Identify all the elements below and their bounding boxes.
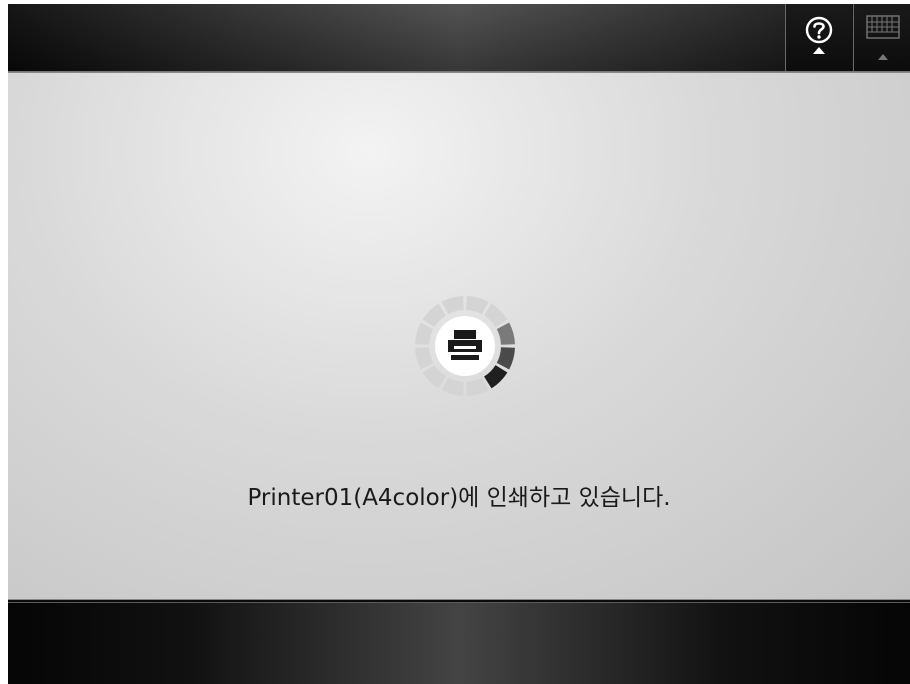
spinner-segment (441, 377, 464, 396)
spinner-segment (484, 365, 508, 389)
spinner-segment (422, 365, 446, 389)
main-panel: Printer01(A4color)에 인쇄하고 있습니다. (8, 72, 910, 600)
keyboard-icon (866, 15, 900, 60)
spinner-segment (415, 322, 434, 345)
help-button[interactable] (785, 4, 853, 71)
status-message: Printer01(A4color)에 인쇄하고 있습니다. (247, 485, 671, 511)
spinner-segment (484, 303, 508, 327)
spinner-segment (422, 303, 446, 327)
spinner-segment (496, 347, 515, 370)
printing-progress-spinner (415, 296, 515, 396)
device-screen: Printer01(A4color)에 인쇄하고 있습니다. (8, 4, 910, 684)
spinner-segment (496, 322, 515, 345)
spinner-segment (441, 296, 464, 315)
keyboard-button[interactable] (853, 4, 910, 71)
help-question-icon (805, 16, 833, 54)
bottom-bar (8, 602, 910, 684)
spinner-segment (415, 347, 434, 370)
top-bar (8, 4, 910, 72)
spinner-segment (466, 377, 489, 396)
spinner-segment (466, 296, 489, 315)
